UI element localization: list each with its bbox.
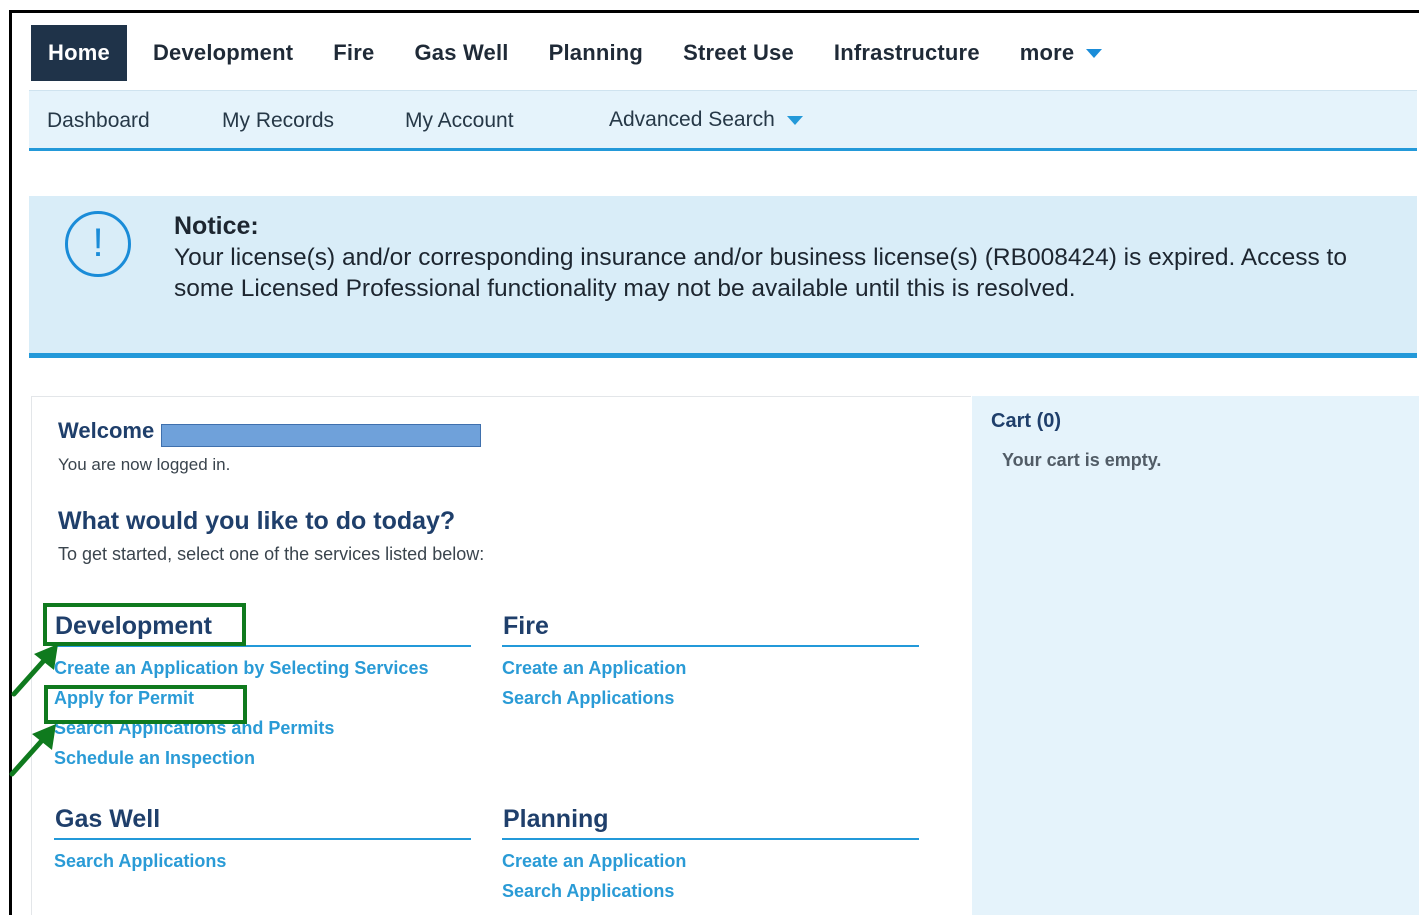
cart-empty-text: Your cart is empty.: [1002, 450, 1162, 470]
subnav-advanced-search-label: Advanced Search: [609, 108, 775, 131]
subnav-my-records[interactable]: My Records: [222, 109, 334, 133]
subnav-dashboard[interactable]: Dashboard: [47, 109, 150, 133]
section-gas-well: Gas Well Search Applications: [54, 800, 471, 876]
tab-street-use[interactable]: Street Use: [663, 26, 814, 80]
exclamation-circle-icon: !: [65, 211, 131, 277]
link-fire-create-application[interactable]: Create an Application: [502, 653, 919, 683]
highlight-box-development: [43, 603, 246, 646]
link-schedule-inspection[interactable]: Schedule an Inspection: [54, 743, 471, 773]
redacted-username: [161, 424, 481, 447]
link-create-application-by-services[interactable]: Create an Application by Selecting Servi…: [54, 653, 471, 683]
cart-panel: Cart (0) Your cart is empty.: [972, 396, 1419, 915]
cart-title[interactable]: Cart (0): [991, 410, 1061, 433]
section-gas-well-title: Gas Well: [54, 800, 471, 840]
subnav-advanced-search[interactable]: Advanced Search: [609, 108, 803, 132]
link-fire-search-applications[interactable]: Search Applications: [502, 683, 919, 713]
notice-banner: ! Notice: Your license(s) and/or corresp…: [29, 196, 1417, 358]
tab-fire[interactable]: Fire: [313, 26, 394, 80]
tab-infrastructure[interactable]: Infrastructure: [814, 26, 1000, 80]
tab-planning[interactable]: Planning: [529, 26, 664, 80]
welcome-heading: Welcome: [58, 418, 155, 443]
services-instructions: To get started, select one of the servic…: [58, 544, 485, 564]
highlight-box-apply-for-permit: [44, 685, 247, 724]
tab-more-label: more: [1019, 40, 1075, 65]
chevron-down-icon: [786, 115, 803, 125]
services-question: What would you like to do today?: [58, 507, 456, 535]
notice-title: Notice:: [174, 212, 259, 240]
top-navigation: Home Development Fire Gas Well Planning …: [31, 22, 1419, 84]
annotation-arrow-icon: [9, 724, 56, 777]
section-planning-title: Planning: [502, 800, 919, 840]
tab-more[interactable]: more: [1000, 26, 1123, 80]
section-planning: Planning Create an Application Search Ap…: [502, 800, 919, 906]
logged-in-text: You are now logged in.: [58, 455, 231, 474]
link-gas-well-search-applications[interactable]: Search Applications: [54, 846, 471, 876]
tab-home[interactable]: Home: [31, 25, 127, 81]
annotation-arrow-icon: [11, 644, 58, 697]
chevron-down-icon: [1086, 48, 1103, 58]
notice-message: Your license(s) and/or corresponding ins…: [174, 244, 1347, 302]
tab-development[interactable]: Development: [133, 26, 313, 80]
subnav-my-account[interactable]: My Account: [405, 109, 514, 133]
link-planning-search-applications[interactable]: Search Applications: [502, 876, 919, 906]
section-fire-title: Fire: [502, 607, 919, 647]
section-fire: Fire Create an Application Search Applic…: [502, 607, 919, 713]
tab-gas-well[interactable]: Gas Well: [394, 26, 528, 80]
sub-navigation: Dashboard My Records My Account Advanced…: [29, 90, 1417, 151]
link-planning-create-application[interactable]: Create an Application: [502, 846, 919, 876]
